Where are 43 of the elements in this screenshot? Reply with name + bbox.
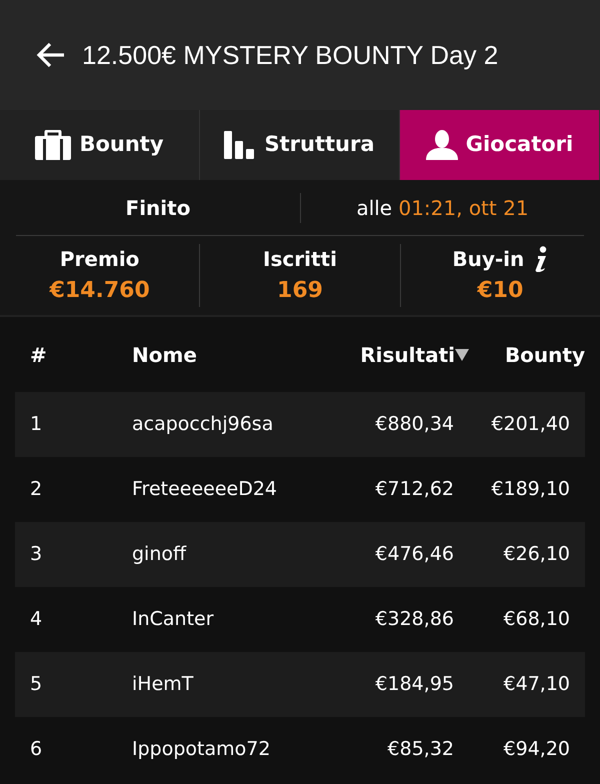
bar-chart-icon — [224, 131, 256, 159]
person-icon — [426, 130, 458, 160]
tab[interactable]: Giocatori — [400, 110, 600, 180]
stat-label: Buy-in — [452, 246, 524, 273]
table-cell: 1 — [30, 413, 42, 436]
table-cell: €68,10 — [504, 608, 570, 630]
table-cell: ginoff — [132, 543, 186, 566]
table-cell: InCanter — [132, 608, 214, 630]
table-cell: 6 — [30, 738, 42, 760]
sort-down-icon[interactable] — [455, 348, 469, 360]
table-cell: 5 — [30, 673, 42, 696]
stat-value: €10 — [477, 277, 524, 305]
table-cell: €712,62 — [375, 478, 454, 500]
briefcase-icon — [35, 130, 72, 160]
stat-value: 169 — [277, 277, 323, 305]
table-cell: 4 — [30, 608, 42, 630]
column-header[interactable]: Nome — [132, 340, 197, 370]
status-label: Finito — [126, 196, 190, 220]
table-cell: Ippopotamo72 — [132, 738, 270, 760]
table-cell: €476,46 — [375, 543, 454, 566]
table-cell: 2 — [30, 478, 42, 500]
table-cell: €189,10 — [491, 478, 570, 500]
column-header[interactable]: # — [30, 340, 47, 370]
table-cell: €201,40 — [491, 413, 570, 436]
table-cell: FreteeeeeeD24 — [132, 478, 278, 500]
table-cell: €328,86 — [375, 608, 454, 630]
table-cell: iHemT — [132, 673, 194, 696]
back-arrow-icon[interactable] — [36, 42, 66, 68]
column-header[interactable]: Bounty — [504, 340, 585, 370]
table-cell: €94,20 — [504, 738, 570, 760]
table-cell: €184,95 — [375, 673, 454, 696]
stat-label: Iscritti — [263, 246, 337, 273]
table-cell: €26,10 — [504, 543, 570, 566]
stat-value: €14.760 — [50, 277, 150, 305]
table-cell: €47,10 — [504, 673, 570, 696]
stat-label: Premio — [60, 246, 140, 273]
table-cell: 3 — [30, 543, 42, 566]
column-header[interactable]: Risultati — [360, 340, 455, 370]
end-time-text: alle 01:21, ott 21 — [356, 196, 529, 220]
table-cell: €880,34 — [375, 413, 454, 436]
table-cell: acapocchj96sa — [132, 413, 274, 436]
table-cell: €85,32 — [388, 738, 454, 760]
screen-title: 12.500€ MYSTERY BOUNTY Day 2 — [82, 38, 498, 72]
